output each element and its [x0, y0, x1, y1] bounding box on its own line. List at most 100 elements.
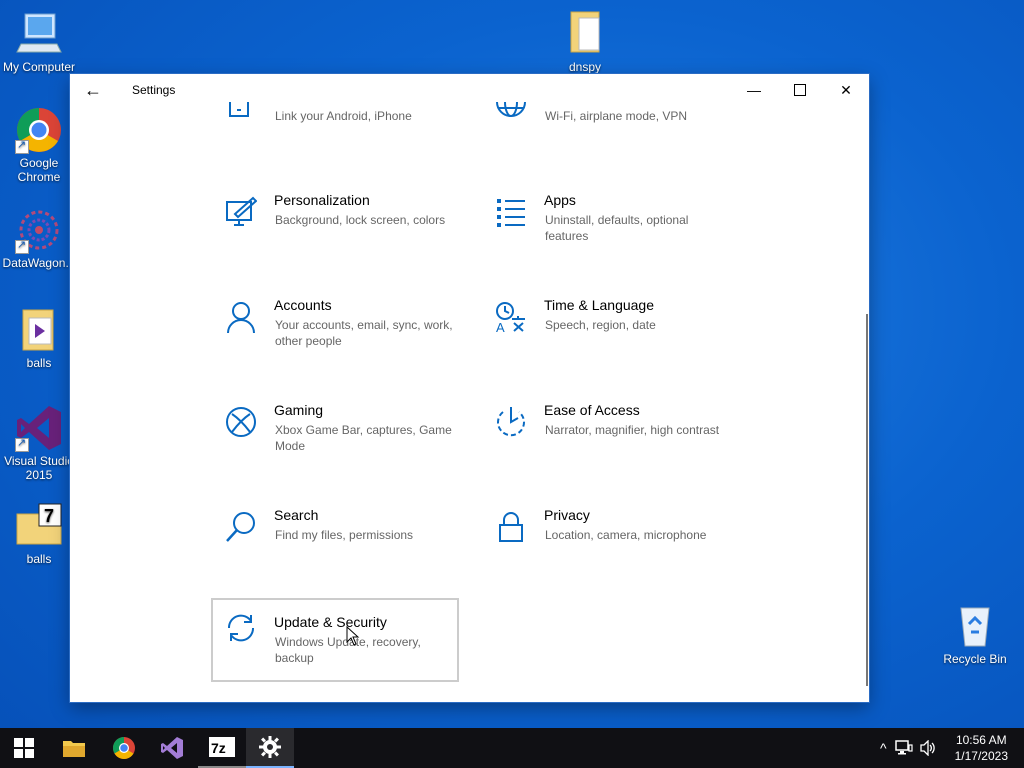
tile-name: Privacy: [544, 507, 590, 523]
tile-description: Windows Update, recovery, backup: [275, 635, 421, 665]
system-tray: ^: [880, 728, 937, 768]
tile-description: Speech, region, date: [545, 318, 656, 332]
folder-icon: [561, 10, 609, 58]
recycle-bin-icon: [951, 602, 999, 650]
desktop-icon-visual-studio[interactable]: Visual Studio 2015: [1, 404, 77, 482]
7zip-icon: 7z: [209, 737, 235, 757]
ease-of-access-icon: [495, 406, 527, 438]
taskbar-visual-studio[interactable]: [148, 728, 196, 768]
settings-tile-time-language[interactable]: A Time & Language Speech, region, date: [481, 293, 729, 377]
desktop-icon-google-chrome[interactable]: Google Chrome: [1, 106, 77, 184]
tile-description: Find my files, permissions: [275, 528, 414, 542]
time-language-icon: A: [495, 301, 527, 335]
folder-7zip-icon: 7: [15, 502, 63, 550]
lock-icon: [495, 511, 527, 543]
shortcut-arrow-icon: [15, 436, 29, 452]
taskbar: 7z ^ 10:56 AM 1/17/2023: [0, 728, 1024, 768]
desktop-icon-dnspy[interactable]: dnspy: [547, 10, 623, 74]
show-hidden-icons-chevron-icon[interactable]: ^: [880, 740, 887, 756]
scrollbar-thumb[interactable]: [866, 314, 868, 686]
desktop-icon-label: Google Chrome: [17, 156, 61, 184]
taskbar-chrome[interactable]: [100, 728, 148, 768]
globe-icon: [495, 98, 527, 118]
computer-icon: [15, 10, 63, 58]
tile-name: Gaming: [274, 402, 324, 418]
desktop-icon-label: dnspy: [568, 60, 602, 74]
window-title: Settings: [132, 83, 176, 97]
tile-name: Search: [274, 507, 319, 523]
datawagon-icon: [15, 206, 63, 254]
clock-date: 1/17/2023: [954, 749, 1008, 763]
desktop-icon-label: DataWagon...: [2, 256, 76, 270]
settings-tile-gaming[interactable]: Gaming Xbox Game Bar, captures, Game Mod…: [211, 398, 459, 482]
person-icon: [225, 301, 257, 334]
svg-text:7z: 7z: [211, 740, 226, 756]
settings-tile-update-security[interactable]: Update & Security Windows Update, recove…: [211, 598, 459, 682]
volume-icon[interactable]: [919, 740, 937, 756]
visual-studio-icon: [15, 404, 63, 452]
xbox-icon: [225, 406, 257, 438]
tile-description: Xbox Game Bar, captures, Game Mode: [275, 423, 452, 453]
shortcut-arrow-icon: [15, 238, 29, 254]
desktop-icon-datawagon[interactable]: DataWagon...: [1, 206, 77, 270]
settings-tile-phone[interactable]: Link your Android, iPhone: [211, 98, 459, 128]
title-bar: ← Settings — ✕: [70, 74, 869, 106]
tile-name: Update & Security: [274, 614, 387, 630]
tile-name: Apps: [544, 192, 576, 208]
taskbar-file-explorer[interactable]: [50, 728, 98, 768]
mouse-cursor-icon: [346, 626, 360, 646]
search-icon: [225, 511, 257, 543]
desktop-icon-label: balls: [26, 356, 52, 370]
desktop-icon-label: My Computer: [2, 60, 76, 74]
settings-gear-icon: [259, 736, 281, 758]
settings-tile-apps[interactable]: Apps Uninstall, defaults, optional featu…: [481, 188, 729, 272]
tile-description: Background, lock screen, colors: [275, 213, 446, 227]
desktop-icon-balls-vs[interactable]: balls: [1, 306, 77, 370]
taskbar-settings[interactable]: [246, 728, 294, 768]
chrome-icon: [15, 106, 63, 154]
taskbar-clock[interactable]: 10:56 AM 1/17/2023: [955, 732, 1008, 764]
taskbar-7zip[interactable]: 7z: [198, 728, 246, 768]
settings-tile-personalization[interactable]: Personalization Background, lock screen,…: [211, 188, 459, 272]
desktop-icon-balls-7z[interactable]: 7 balls: [1, 502, 77, 566]
file-explorer-icon: [63, 741, 85, 757]
maximize-icon: [794, 84, 806, 96]
svg-text:A: A: [496, 320, 505, 333]
desktop-icon-my-computer[interactable]: My Computer: [1, 10, 77, 74]
desktop-icon-label: balls: [26, 552, 52, 566]
tile-description: Your accounts, email, sync, work, other …: [275, 318, 453, 348]
desktop-icon-label: Recycle Bin: [943, 652, 1007, 666]
tile-name: Accounts: [274, 297, 332, 313]
close-button[interactable]: ✕: [823, 74, 869, 106]
visual-studio-icon: [161, 737, 183, 759]
clock-time: 10:56 AM: [955, 733, 1007, 747]
tile-description: Link your Android, iPhone: [275, 109, 412, 123]
settings-tile-ease-of-access[interactable]: Ease of Access Narrator, magnifier, high…: [481, 398, 729, 482]
svg-text:7: 7: [44, 506, 54, 526]
settings-tile-search[interactable]: Search Find my files, permissions: [211, 503, 459, 587]
tile-name: Ease of Access: [544, 402, 640, 418]
network-icon[interactable]: [894, 740, 913, 756]
settings-window: ← Settings — ✕ Link your Android, iPhone…: [70, 74, 869, 702]
paintbrush-icon: [225, 196, 258, 228]
minimize-button[interactable]: —: [731, 74, 777, 106]
back-arrow-icon[interactable]: ←: [84, 80, 102, 101]
chrome-icon: [113, 737, 135, 759]
settings-tile-privacy[interactable]: Privacy Location, camera, microphone: [481, 503, 729, 587]
folder-icon: [15, 306, 63, 354]
sync-icon: [225, 612, 257, 644]
tile-description: Narrator, magnifier, high contrast: [545, 423, 720, 437]
tile-description: Uninstall, defaults, optional features: [545, 213, 689, 243]
tile-description: Wi-Fi, airplane mode, VPN: [545, 109, 688, 123]
settings-tile-accounts[interactable]: Accounts Your accounts, email, sync, wor…: [211, 293, 459, 377]
maximize-button[interactable]: [777, 74, 823, 106]
phone-icon: [225, 98, 257, 118]
desktop-icon-label: Visual Studio 2015: [4, 454, 74, 482]
shortcut-arrow-icon: [15, 138, 29, 154]
tile-name: Personalization: [274, 192, 370, 208]
apps-list-icon: [495, 196, 527, 228]
desktop-icon-recycle-bin[interactable]: Recycle Bin: [937, 602, 1013, 666]
tile-description: Location, camera, microphone: [545, 528, 707, 542]
start-button[interactable]: [0, 728, 48, 768]
settings-tile-network[interactable]: Wi-Fi, airplane mode, VPN: [481, 98, 729, 128]
